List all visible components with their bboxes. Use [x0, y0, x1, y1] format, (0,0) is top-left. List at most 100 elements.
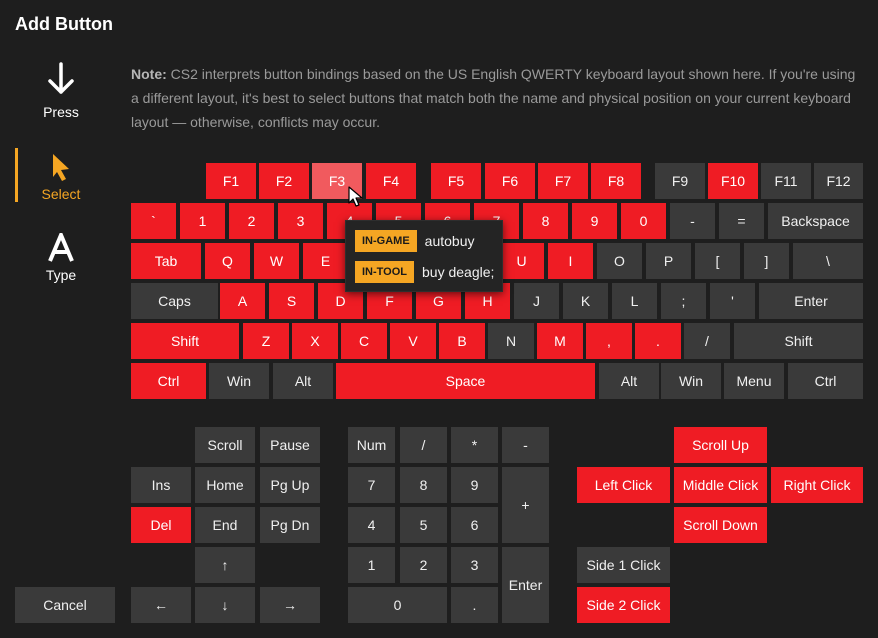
key-left-alt[interactable]: Alt: [273, 363, 333, 399]
key-numpad-decimal[interactable]: .: [451, 587, 498, 623]
key-arrow-right[interactable]: →: [260, 587, 320, 623]
key-home[interactable]: Home: [195, 467, 255, 503]
key-end[interactable]: End: [195, 507, 255, 543]
key-left-shift[interactable]: Shift: [131, 323, 239, 359]
key-quote[interactable]: ': [710, 283, 755, 319]
mouse-left-click[interactable]: Left Click: [577, 467, 670, 503]
key-v[interactable]: V: [390, 323, 436, 359]
key-8[interactable]: 8: [523, 203, 568, 239]
key-e[interactable]: E: [303, 243, 348, 279]
key-f11[interactable]: F11: [761, 163, 811, 199]
mode-select[interactable]: Select: [15, 148, 107, 202]
key-equal[interactable]: =: [719, 203, 764, 239]
key-s[interactable]: S: [269, 283, 314, 319]
key-del[interactable]: Del: [131, 507, 191, 543]
key-f4[interactable]: F4: [366, 163, 416, 199]
key-f8[interactable]: F8: [591, 163, 641, 199]
key-numpad-4[interactable]: 4: [348, 507, 395, 543]
key-enter[interactable]: Enter: [759, 283, 863, 319]
key-caps[interactable]: Caps: [131, 283, 218, 319]
key-1[interactable]: 1: [180, 203, 225, 239]
key-backslash[interactable]: \: [793, 243, 863, 279]
key-numpad-enter[interactable]: Enter: [502, 547, 549, 623]
key-u[interactable]: U: [499, 243, 544, 279]
key-x[interactable]: X: [292, 323, 338, 359]
key-space[interactable]: Space: [336, 363, 595, 399]
mode-type[interactable]: Type: [15, 231, 107, 283]
key-right-win[interactable]: Win: [661, 363, 721, 399]
key-numpad-1[interactable]: 1: [348, 547, 395, 583]
key-2[interactable]: 2: [229, 203, 274, 239]
key-c[interactable]: C: [341, 323, 387, 359]
key-numpad-add[interactable]: +: [502, 467, 549, 543]
key-o[interactable]: O: [597, 243, 642, 279]
key-arrow-down[interactable]: ↓: [195, 587, 255, 623]
key-scroll[interactable]: Scroll: [195, 427, 255, 463]
key-w[interactable]: W: [254, 243, 299, 279]
key-left-bracket[interactable]: [: [695, 243, 740, 279]
key-ins[interactable]: Ins: [131, 467, 191, 503]
key-k[interactable]: K: [563, 283, 608, 319]
key-numpad-3[interactable]: 3: [451, 547, 498, 583]
mouse-right-click[interactable]: Right Click: [771, 467, 863, 503]
mouse-side-2-click[interactable]: Side 2 Click: [577, 587, 670, 623]
key-f12[interactable]: F12: [814, 163, 863, 199]
cancel-button[interactable]: Cancel: [15, 587, 115, 623]
key-0[interactable]: 0: [621, 203, 666, 239]
mode-press[interactable]: Press: [15, 62, 107, 120]
mouse-scroll-down[interactable]: Scroll Down: [674, 507, 767, 543]
key-p[interactable]: P: [646, 243, 691, 279]
key-left-ctrl[interactable]: Ctrl: [131, 363, 206, 399]
key-3[interactable]: 3: [278, 203, 323, 239]
key-i[interactable]: I: [548, 243, 593, 279]
key-f5[interactable]: F5: [431, 163, 481, 199]
key-period[interactable]: .: [635, 323, 681, 359]
key-tab[interactable]: Tab: [131, 243, 201, 279]
key-m[interactable]: M: [537, 323, 583, 359]
key-f9[interactable]: F9: [655, 163, 705, 199]
key-num[interactable]: Num: [348, 427, 395, 463]
key-numpad-0[interactable]: 0: [348, 587, 447, 623]
key-arrow-up[interactable]: ↑: [195, 547, 255, 583]
key-j[interactable]: J: [514, 283, 559, 319]
key-pgdn[interactable]: Pg Dn: [260, 507, 320, 543]
key-minus[interactable]: -: [670, 203, 715, 239]
key-numpad-7[interactable]: 7: [348, 467, 395, 503]
key-f6[interactable]: F6: [485, 163, 535, 199]
key-backspace[interactable]: Backspace: [768, 203, 863, 239]
key-f1[interactable]: F1: [206, 163, 256, 199]
key-l[interactable]: L: [612, 283, 657, 319]
key-n[interactable]: N: [488, 323, 534, 359]
key-9[interactable]: 9: [572, 203, 617, 239]
key-numpad-5[interactable]: 5: [400, 507, 447, 543]
key-q[interactable]: Q: [205, 243, 250, 279]
key-numpad-6[interactable]: 6: [451, 507, 498, 543]
key-menu[interactable]: Menu: [724, 363, 784, 399]
mouse-middle-click[interactable]: Middle Click: [674, 467, 767, 503]
mouse-side-1-click[interactable]: Side 1 Click: [577, 547, 670, 583]
key-numpad-subtract[interactable]: -: [502, 427, 549, 463]
key-comma[interactable]: ,: [586, 323, 632, 359]
key-pgup[interactable]: Pg Up: [260, 467, 320, 503]
key-numpad-divide[interactable]: /: [400, 427, 447, 463]
key-z[interactable]: Z: [243, 323, 289, 359]
key-f7[interactable]: F7: [538, 163, 588, 199]
key-pause[interactable]: Pause: [260, 427, 320, 463]
key-semicolon[interactable]: ;: [661, 283, 706, 319]
key-numpad-multiply[interactable]: *: [451, 427, 498, 463]
key-right-shift[interactable]: Shift: [734, 323, 863, 359]
key-grave[interactable]: `: [131, 203, 176, 239]
key-slash[interactable]: /: [684, 323, 730, 359]
key-numpad-8[interactable]: 8: [400, 467, 447, 503]
key-right-bracket[interactable]: ]: [744, 243, 789, 279]
key-f10[interactable]: F10: [708, 163, 758, 199]
key-left-win[interactable]: Win: [209, 363, 269, 399]
key-numpad-2[interactable]: 2: [400, 547, 447, 583]
key-a[interactable]: A: [220, 283, 265, 319]
mouse-scroll-up[interactable]: Scroll Up: [674, 427, 767, 463]
key-right-ctrl[interactable]: Ctrl: [788, 363, 863, 399]
key-right-alt[interactable]: Alt: [599, 363, 659, 399]
key-f2[interactable]: F2: [259, 163, 309, 199]
key-numpad-9[interactable]: 9: [451, 467, 498, 503]
key-arrow-left[interactable]: ←: [131, 587, 191, 623]
